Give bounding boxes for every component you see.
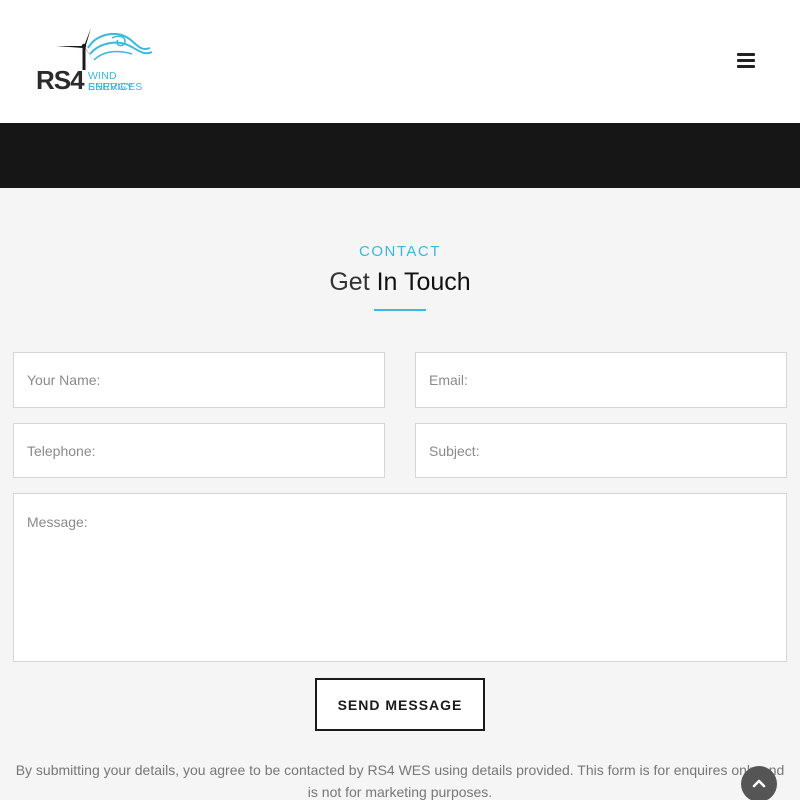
logo-tagline-line2: SERVICES (88, 81, 143, 93)
chevron-up-icon (752, 779, 766, 788)
message-textarea[interactable] (13, 493, 787, 662)
logo-brand-text: RS4 (36, 65, 85, 95)
menu-bar (737, 53, 755, 56)
menu-bar (737, 59, 755, 62)
name-input[interactable] (13, 352, 385, 408)
section-heading: Get In Touch (0, 268, 800, 297)
heading-divider (374, 309, 426, 311)
menu-bar (737, 65, 755, 68)
email-input[interactable] (415, 352, 787, 408)
scroll-to-top-button[interactable] (741, 766, 777, 800)
site-logo[interactable]: RS4 WIND ENERGY SERVICES (36, 26, 156, 96)
site-header: RS4 WIND ENERGY SERVICES (0, 0, 800, 123)
form-disclaimer: By submitting your details, you agree to… (15, 762, 785, 800)
heading-light-text: Get (329, 268, 370, 296)
section-eyebrow: CONTACT (359, 243, 441, 260)
hamburger-menu-icon[interactable] (734, 50, 758, 72)
telephone-input[interactable] (13, 423, 385, 478)
wind-turbine-logo-icon (56, 28, 153, 70)
heading-bold-text: In Touch (376, 268, 471, 296)
subject-input[interactable] (415, 423, 787, 478)
hero-band (0, 123, 800, 188)
send-message-button[interactable]: SEND MESSAGE (315, 678, 485, 731)
